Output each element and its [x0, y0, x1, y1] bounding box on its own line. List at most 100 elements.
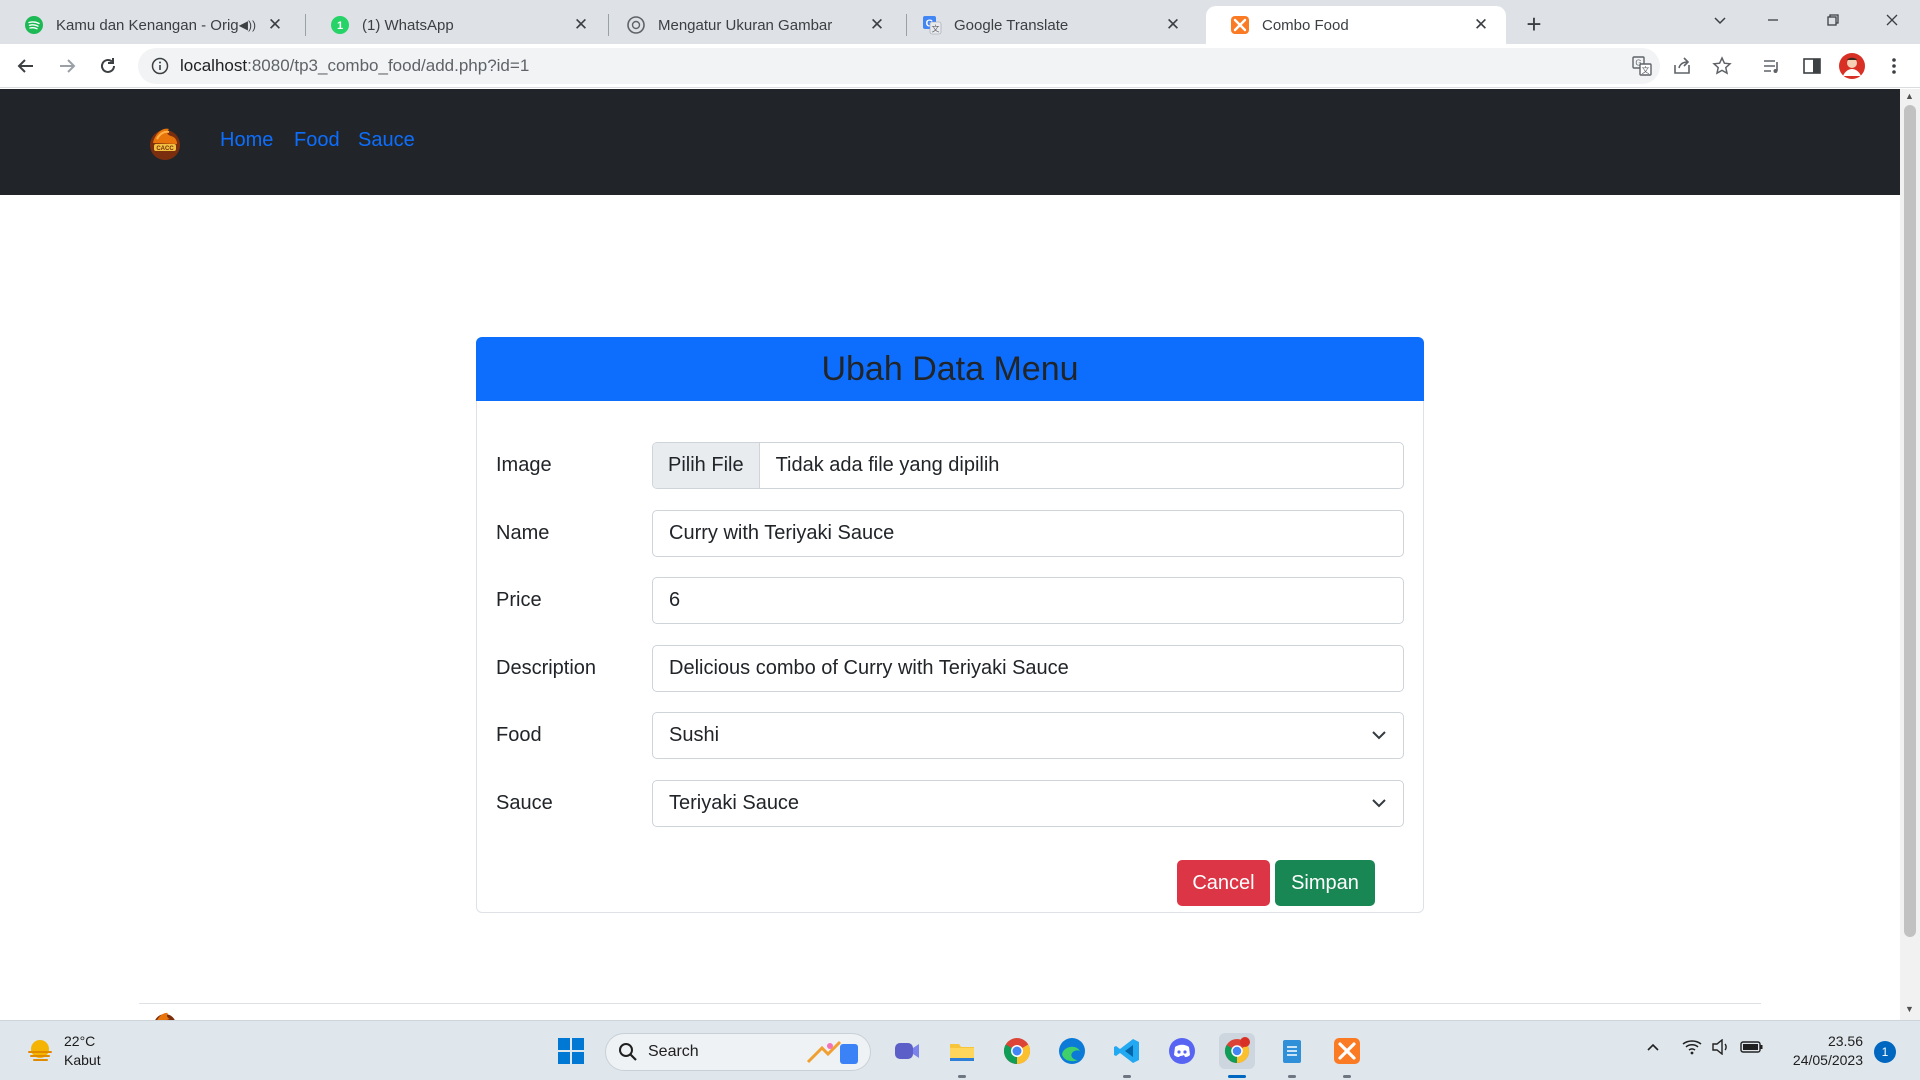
- chevron-down-icon: [1369, 725, 1389, 745]
- tab-search-chevron-icon[interactable]: [1692, 0, 1748, 40]
- clock-time[interactable]: 23.56: [1823, 1033, 1863, 1049]
- volume-icon[interactable]: [1711, 1038, 1731, 1058]
- browser-toolbar: localhost:8080/tp3_combo_food/add.php?id…: [0, 44, 1920, 88]
- chrome-icon[interactable]: [999, 1033, 1035, 1069]
- windows-start-icon[interactable]: [553, 1033, 589, 1069]
- new-tab-icon[interactable]: +: [1518, 8, 1550, 40]
- sauce-selected-value: Teriyaki Sauce: [669, 792, 800, 814]
- close-tab-icon[interactable]: ✕: [1470, 14, 1492, 36]
- audio-playing-icon[interactable]: ◀)): [239, 18, 256, 32]
- page-scrollbar[interactable]: ▲ ▼: [1900, 89, 1920, 1020]
- tab-title: Google Translate: [954, 16, 1069, 34]
- footer-divider: [139, 1003, 1761, 1004]
- description-input[interactable]: Delicious combo of Curry with Teriyaki S…: [652, 645, 1404, 692]
- image-file-input[interactable]: Pilih File Tidak ada file yang dipilih: [652, 442, 1404, 489]
- wifi-icon[interactable]: [1682, 1039, 1702, 1058]
- sauce-label: Sauce: [496, 792, 553, 814]
- notification-count-badge[interactable]: 1: [1874, 1041, 1896, 1063]
- share-icon[interactable]: [1670, 54, 1694, 78]
- price-value: 6: [669, 589, 681, 611]
- running-indicator: [1123, 1075, 1131, 1078]
- sauce-select[interactable]: Teriyaki Sauce: [652, 780, 1404, 827]
- tab-spotify[interactable]: Kamu dan Kenangan - Origin ◀)) ✕: [0, 6, 300, 44]
- vscode-icon[interactable]: [1109, 1033, 1145, 1069]
- search-label: Search: [648, 1043, 699, 1060]
- tab-google-translate[interactable]: G文 Google Translate ✕: [898, 6, 1198, 44]
- name-label: Name: [496, 522, 550, 544]
- search-icon: [618, 1042, 638, 1062]
- nav-link-food[interactable]: Food: [294, 129, 340, 152]
- chrome-menu-icon[interactable]: [1882, 54, 1906, 78]
- tab-whatsapp[interactable]: 1 (1) WhatsApp ✕: [306, 6, 606, 44]
- xampp-icon: [1230, 15, 1250, 35]
- weather-temperature: 22°C: [64, 1033, 96, 1049]
- address-bar[interactable]: localhost:8080/tp3_combo_food/add.php?id…: [138, 48, 1660, 84]
- tab-title: Mengatur Ukuran Gambar: [658, 16, 833, 34]
- svg-text:1: 1: [337, 20, 343, 32]
- search-highlight-icon: [800, 1036, 864, 1068]
- bookmark-star-icon[interactable]: [1710, 54, 1734, 78]
- translate-page-icon[interactable]: G文: [1630, 54, 1654, 78]
- media-queue-icon[interactable]: [1760, 54, 1784, 78]
- forward-icon[interactable]: [51, 50, 83, 82]
- tab-chatgpt[interactable]: Mengatur Ukuran Gambar ✕: [602, 6, 902, 44]
- teams-meet-icon[interactable]: [889, 1033, 925, 1069]
- windows-taskbar: 22°C Kabut Search 23.56 24/05/2023 1: [0, 1020, 1920, 1080]
- file-status-text: Tidak ada file yang dipilih: [775, 454, 1000, 476]
- running-indicator: [958, 1075, 966, 1078]
- taskbar-search[interactable]: Search: [605, 1033, 871, 1071]
- running-indicator: [1343, 1075, 1351, 1078]
- close-tab-icon[interactable]: ✕: [866, 14, 888, 36]
- chrome-profile-icon[interactable]: [1219, 1033, 1255, 1069]
- show-hidden-icons-chevron-icon[interactable]: [1645, 1039, 1661, 1058]
- profile-avatar[interactable]: [1838, 52, 1866, 80]
- site-info-icon[interactable]: [150, 56, 170, 76]
- nav-link-home[interactable]: Home: [220, 129, 273, 152]
- name-input[interactable]: Curry with Teriyaki Sauce: [652, 510, 1404, 557]
- scroll-up-arrow[interactable]: ▲: [1905, 91, 1914, 101]
- food-select[interactable]: Sushi: [652, 712, 1404, 759]
- edit-menu-card: Ubah Data Menu Image Pilih File Tidak ad…: [476, 337, 1424, 913]
- tab-strip: Kamu dan Kenangan - Origin ◀)) ✕ 1 (1) W…: [0, 0, 1920, 44]
- brand-logo[interactable]: CACC: [145, 123, 185, 163]
- back-icon[interactable]: [10, 50, 42, 82]
- close-tab-icon[interactable]: ✕: [264, 14, 286, 36]
- restore-icon[interactable]: [1805, 0, 1861, 40]
- form-title: Ubah Data Menu: [821, 349, 1079, 388]
- whatsapp-icon: 1: [330, 15, 350, 35]
- price-input[interactable]: 6: [652, 577, 1404, 624]
- running-indicator: [1288, 1075, 1296, 1078]
- tab-combo-food[interactable]: Combo Food ✕: [1206, 6, 1506, 44]
- footer-logo: [150, 1009, 180, 1020]
- scroll-down-arrow[interactable]: ▼: [1905, 1004, 1914, 1014]
- site-navbar: CACC Home Food Sauce: [0, 89, 1900, 195]
- clock-date[interactable]: 24/05/2023: [1783, 1052, 1863, 1068]
- page-viewport: CACC Home Food Sauce Ubah Data Menu Imag…: [0, 89, 1900, 1020]
- discord-icon[interactable]: [1164, 1033, 1200, 1069]
- file-explorer-icon[interactable]: [944, 1033, 980, 1069]
- edge-icon[interactable]: [1054, 1033, 1090, 1069]
- svg-text:文: 文: [1642, 65, 1650, 75]
- url-host: localhost: [180, 56, 248, 75]
- scrollbar-thumb[interactable]: [1904, 105, 1916, 937]
- xampp-taskbar-icon[interactable]: [1329, 1033, 1365, 1069]
- minimize-icon[interactable]: [1745, 0, 1801, 40]
- choose-file-button[interactable]: Pilih File: [653, 443, 760, 488]
- price-label: Price: [496, 589, 542, 611]
- battery-icon[interactable]: [1740, 1039, 1764, 1058]
- close-window-icon[interactable]: [1864, 0, 1920, 40]
- save-button[interactable]: Simpan: [1275, 860, 1375, 906]
- side-panel-icon[interactable]: [1800, 54, 1824, 78]
- name-value: Curry with Teriyaki Sauce: [669, 522, 895, 544]
- description-value: Delicious combo of Curry with Teriyaki S…: [669, 657, 1069, 679]
- reload-icon[interactable]: [92, 50, 124, 82]
- chevron-down-icon: [1369, 793, 1389, 813]
- google-translate-icon: G文: [922, 15, 942, 35]
- cancel-button[interactable]: Cancel: [1177, 860, 1270, 906]
- nav-link-sauce[interactable]: Sauce: [358, 129, 415, 152]
- food-selected-value: Sushi: [669, 724, 720, 746]
- close-tab-icon[interactable]: ✕: [570, 14, 592, 36]
- close-tab-icon[interactable]: ✕: [1162, 14, 1184, 36]
- weather-fog-icon[interactable]: [25, 1036, 55, 1066]
- notepad-icon[interactable]: [1274, 1033, 1310, 1069]
